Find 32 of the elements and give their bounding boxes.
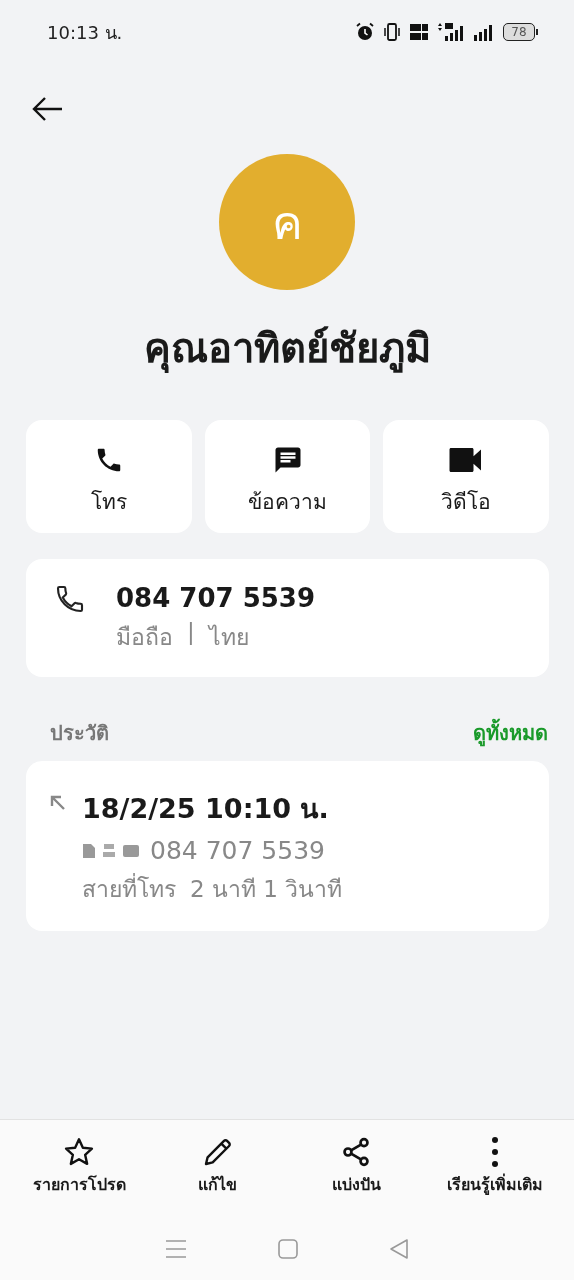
battery-level: 78	[503, 23, 535, 41]
call-datetime: 18/2/25 10:10 น.	[82, 792, 330, 826]
call-type: สายที่โทร	[82, 871, 176, 907]
vibrate-icon	[383, 22, 401, 42]
sim-icon	[82, 842, 96, 859]
alarm-clock-icon	[355, 22, 375, 42]
more-icon	[491, 1137, 498, 1167]
call-number: 084 707 5539	[150, 836, 325, 865]
phone-region: ไทย	[208, 623, 249, 652]
message-button[interactable]: ข้อความ	[204, 420, 371, 533]
share-button[interactable]: แบ่งปัน	[287, 1120, 426, 1197]
call-button[interactable]: โทร	[26, 420, 192, 533]
back-arrow-icon	[32, 96, 64, 122]
call-duration: 2 นาที 1 วินาที	[190, 875, 343, 904]
status-time: 10:13 น.	[47, 20, 124, 45]
back-icon[interactable]	[388, 1238, 409, 1260]
phone-number: 084 707 5539	[116, 583, 315, 613]
section-title: ประวัติ	[50, 720, 109, 747]
phone-icon	[54, 583, 86, 615]
signal-icon	[473, 22, 495, 42]
edit-button[interactable]: แก้ไข	[148, 1120, 287, 1197]
separator: |	[187, 619, 195, 647]
menu-icon[interactable]	[165, 1238, 188, 1260]
favorites-button[interactable]: รายการโปรด	[10, 1120, 149, 1197]
phone-type: มือถือ	[116, 623, 173, 652]
avatar: ค	[219, 154, 355, 290]
home-icon[interactable]	[278, 1239, 298, 1259]
contact-name: คุณอาทิตย์ชัยภูมิ	[143, 324, 431, 375]
more-button[interactable]: เรียนรู้เพิ่มเติม	[425, 1120, 564, 1197]
video-call-button[interactable]: วิดีโอ	[383, 420, 549, 533]
star-icon	[63, 1136, 96, 1168]
signal-icon	[437, 22, 465, 42]
